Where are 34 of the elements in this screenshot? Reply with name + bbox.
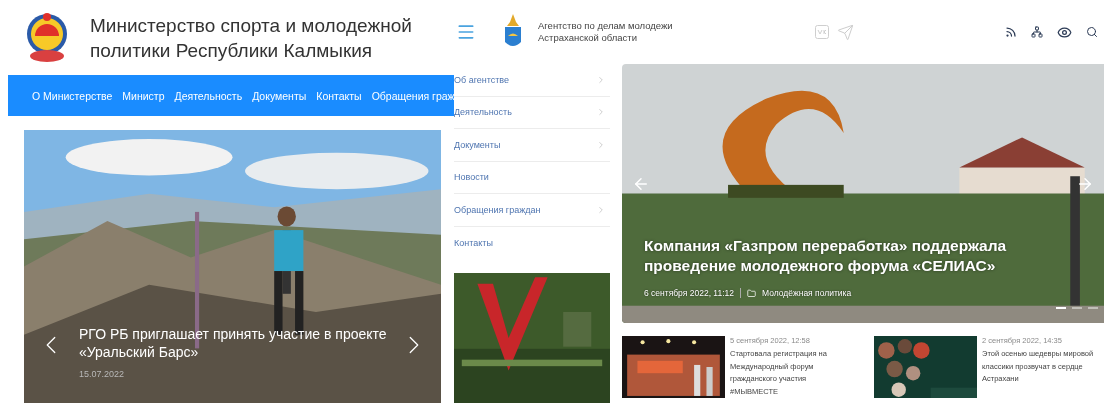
slide-title: Компания «Газпром переработка» поддержала проведение молодежного форума «СЕЛИАС» bbox=[644, 236, 1008, 276]
sidebar-item[interactable]: Деятельность bbox=[454, 96, 610, 129]
sitemap-icon[interactable] bbox=[1031, 26, 1043, 38]
sidebar-item[interactable]: Об агентстве bbox=[454, 64, 610, 97]
chevron-icon bbox=[596, 74, 606, 85]
site-title: Астраханской области bbox=[538, 32, 638, 44]
rss-icon[interactable] bbox=[1005, 26, 1017, 38]
nav-link[interactable]: Контакты bbox=[316, 89, 362, 102]
sidebar-item[interactable]: Документы bbox=[454, 129, 610, 162]
site-title: Агентство по делам молодежи bbox=[538, 20, 673, 32]
slide-date: 6 сентября 2022, 11:12 bbox=[644, 288, 734, 298]
nav-link[interactable]: Обращения граж bbox=[371, 89, 454, 102]
eye-icon[interactable] bbox=[1057, 24, 1072, 40]
nav-link[interactable]: О Министерстве bbox=[32, 89, 113, 102]
nav-link[interactable]: Документы bbox=[252, 89, 307, 102]
nav-link[interactable]: Министр bbox=[122, 89, 165, 102]
site-title: Министерство спорта и молодежной bbox=[90, 13, 412, 38]
search-icon[interactable] bbox=[1086, 26, 1098, 38]
slide-caption: РГО РБ приглашает принять участие в проекте «Уральский Барс» bbox=[79, 325, 388, 361]
folder-icon bbox=[747, 288, 756, 298]
sidebar-item[interactable]: Новости bbox=[454, 161, 610, 194]
sidebar-item[interactable]: Обращения граждан bbox=[454, 194, 610, 227]
menu-icon[interactable] bbox=[456, 22, 476, 42]
slide-category: Молодёжная политика bbox=[762, 288, 852, 298]
slide-date: 15.07.2022 bbox=[79, 369, 126, 379]
chevron-icon bbox=[596, 139, 606, 150]
arrow-right-icon bbox=[1076, 175, 1094, 193]
emblem-icon bbox=[24, 11, 70, 64]
chevron-icon bbox=[596, 107, 606, 118]
next-button[interactable] bbox=[1076, 175, 1094, 193]
sidebar-item[interactable]: Контакты bbox=[454, 226, 610, 259]
site-title: политики Республики Калмыкия bbox=[90, 38, 374, 63]
chevron-icon bbox=[596, 204, 606, 215]
nav-link[interactable]: Деятельность bbox=[174, 89, 243, 102]
